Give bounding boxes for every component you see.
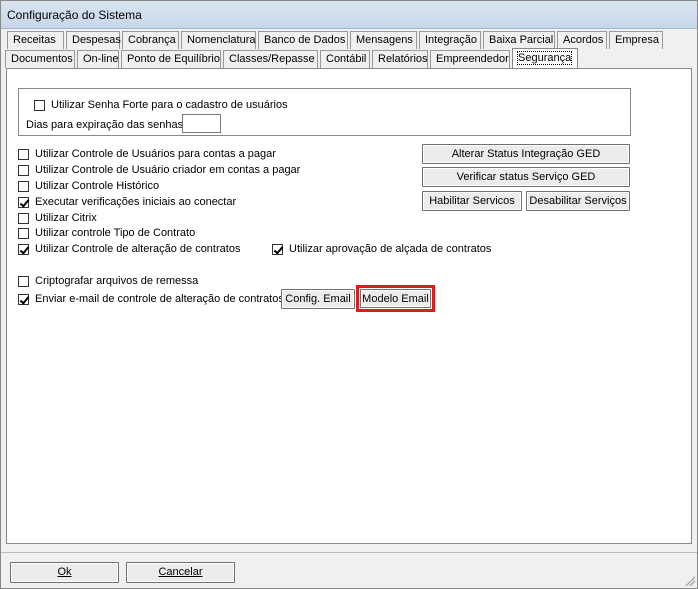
checkbox-box[interactable] (18, 275, 29, 287)
tab-mensagens[interactable]: Mensagens (350, 31, 417, 49)
tab-receitas[interactable]: Receitas (7, 31, 64, 49)
checkbox-box[interactable] (18, 164, 29, 176)
checkbox-box[interactable] (18, 227, 29, 239)
verify-ged-status-button[interactable]: Verificar status Serviço GED (422, 167, 630, 187)
checkbox-box[interactable] (18, 148, 29, 160)
option-label: Utilizar Controle de Usuário criador em … (35, 164, 301, 176)
option-tipo-contrato[interactable]: Utilizar controle Tipo de Contrato (18, 226, 195, 240)
checkbox-box[interactable] (272, 243, 283, 255)
option-label: Criptografar arquivos de remessa (35, 275, 199, 287)
option-criptografar-remessa[interactable]: Criptografar arquivos de remessa (18, 274, 198, 288)
disable-services-button[interactable]: Desabilitar Serviços (526, 191, 630, 211)
option-enviar-email[interactable]: Enviar e-mail de controle de alteração d… (18, 292, 284, 306)
strong-password-label: Utilizar Senha Forte para o cadastro de … (51, 99, 288, 111)
cancel-button[interactable]: Cancelar (126, 562, 235, 583)
tab-classes-repasse[interactable]: Classes/Repasse (223, 50, 318, 68)
checkbox-box[interactable] (34, 99, 45, 111)
option-verificacoes-iniciais[interactable]: Executar verificações iniciais ao conect… (18, 195, 236, 209)
expiration-label: Dias para expiração das senhas: (26, 119, 187, 131)
strong-password-checkbox[interactable]: Utilizar Senha Forte para o cadastro de … (34, 98, 288, 112)
option-aprovacao-alcada[interactable]: Utilizar aprovação de alçada de contrato… (272, 242, 491, 256)
enable-services-button[interactable]: Habilitar Servicos (422, 191, 522, 211)
ok-button-label: Ok (57, 566, 72, 578)
option-label: Utilizar aprovação de alçada de contrato… (289, 243, 492, 255)
cancel-button-label: Cancelar (158, 566, 203, 578)
option-citrix[interactable]: Utilizar Citrix (18, 211, 97, 225)
tab-row-top: Receitas Despesas Cobrança Nomenclatura … (7, 31, 665, 49)
tab-nomenclatura[interactable]: Nomenclatura (181, 31, 256, 49)
tab-documentos[interactable]: Documentos (5, 50, 75, 68)
ok-button[interactable]: Ok (10, 562, 119, 583)
tab-banco-de-dados[interactable]: Banco de Dados (258, 31, 348, 49)
option-label: Enviar e-mail de controle de alteração d… (35, 293, 284, 305)
tab-cobranca[interactable]: Cobrança (122, 31, 179, 49)
expiration-days-input[interactable] (182, 114, 221, 133)
option-label: Utilizar controle Tipo de Contrato (35, 227, 196, 239)
checkbox-box[interactable] (18, 293, 29, 305)
option-label: Utilizar Controle Histórico (35, 180, 160, 192)
alter-ged-status-button[interactable]: Alterar Status Integração GED (422, 144, 630, 164)
tab-ponto-de-equilibrio[interactable]: Ponto de Equilíbrio (121, 50, 221, 68)
option-label: Executar verificações iniciais ao conect… (35, 196, 237, 208)
security-panel: Utilizar Senha Forte para o cadastro de … (6, 68, 692, 544)
email-template-button[interactable]: Modelo Email (360, 289, 431, 308)
tab-row-bottom: Documentos On-line Ponto de Equilíbrio C… (5, 48, 580, 68)
checkbox-box[interactable] (18, 212, 29, 224)
option-controle-historico[interactable]: Utilizar Controle Histórico (18, 179, 159, 193)
tab-contabil[interactable]: Contábil (320, 50, 370, 68)
tab-seguranca[interactable]: Segurança (512, 48, 578, 68)
option-usuarios-contas-pagar[interactable]: Utilizar Controle de Usuários para conta… (18, 147, 276, 161)
option-label: Utilizar Citrix (35, 212, 97, 224)
title-bar: Configuração do Sistema (1, 1, 697, 29)
tab-empreendedor[interactable]: Empreendedor (430, 50, 510, 68)
checkbox-box[interactable] (18, 243, 29, 255)
checkbox-box[interactable] (18, 180, 29, 192)
tab-on-line[interactable]: On-line (77, 50, 119, 68)
tab-baixa-parcial[interactable]: Baixa Parcial (483, 31, 555, 49)
tab-despesas[interactable]: Despesas (66, 31, 121, 49)
footer-divider (1, 552, 697, 553)
window-title: Configuração do Sistema (7, 8, 142, 22)
option-alteracao-contratos[interactable]: Utilizar Controle de alteração de contra… (18, 242, 240, 256)
checkbox-box[interactable] (18, 196, 29, 208)
tab-empresa[interactable]: Empresa (609, 31, 663, 49)
resize-grip-icon[interactable] (685, 576, 695, 586)
config-email-button[interactable]: Config. Email (281, 289, 355, 309)
option-label: Utilizar Controle de Usuários para conta… (35, 148, 276, 160)
password-groupbox: Utilizar Senha Forte para o cadastro de … (18, 88, 631, 136)
configuration-window: Configuração do Sistema Receitas Despesa… (0, 0, 698, 589)
option-usuario-criador[interactable]: Utilizar Controle de Usuário criador em … (18, 163, 300, 177)
tab-acordos[interactable]: Acordos (557, 31, 607, 49)
tab-integracao[interactable]: Integração (419, 31, 481, 49)
option-label: Utilizar Controle de alteração de contra… (35, 243, 241, 255)
tab-relatorios[interactable]: Relatórios (372, 50, 428, 68)
